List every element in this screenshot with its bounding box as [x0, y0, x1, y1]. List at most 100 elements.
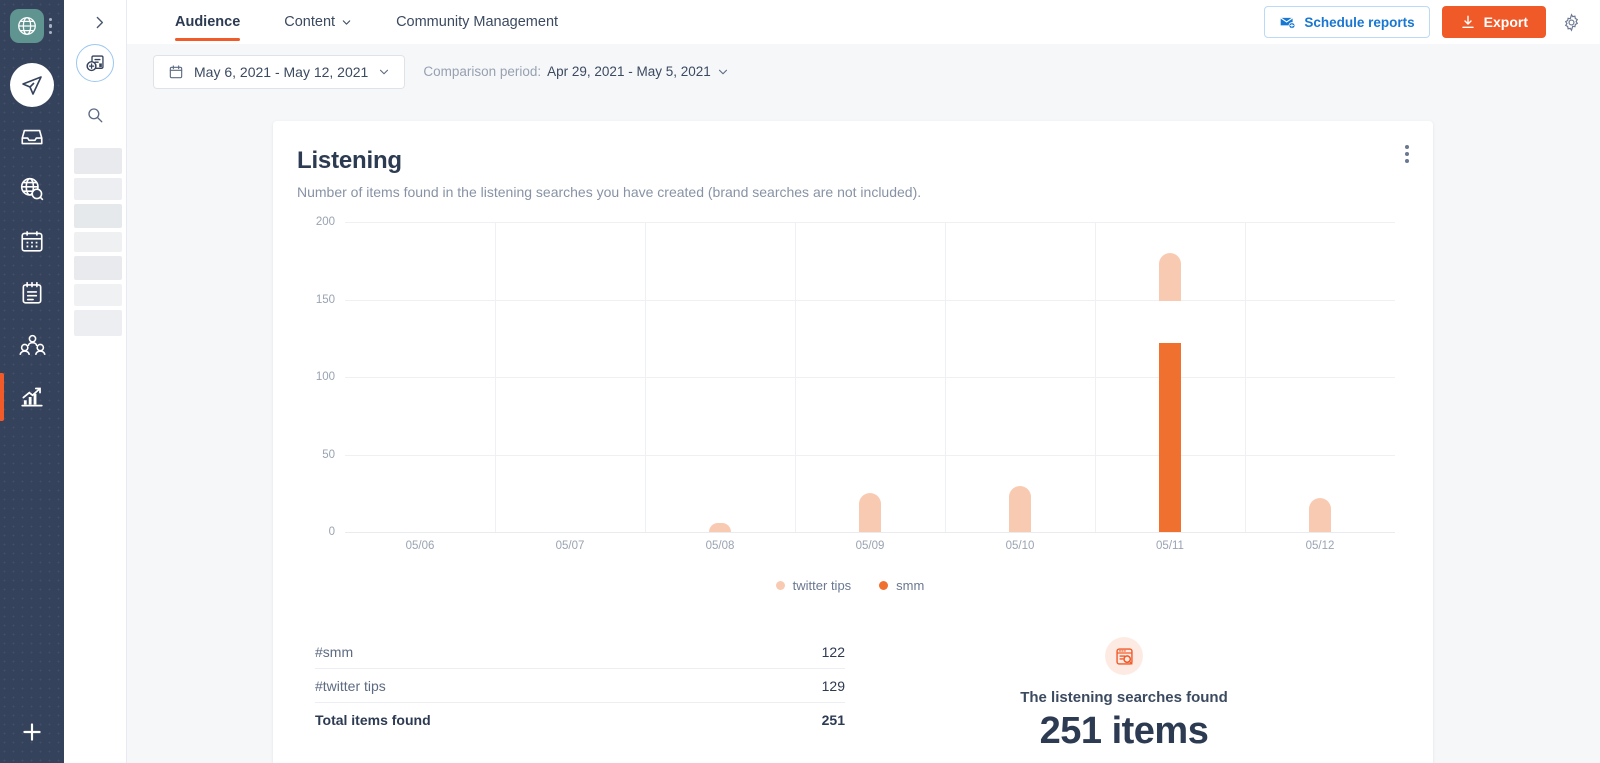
bar-segment: [1309, 497, 1331, 532]
tab-content-label: Content: [284, 14, 336, 30]
summary-value: 251 items: [1039, 710, 1209, 752]
add-report-button[interactable]: [76, 44, 114, 82]
skeleton-row: [74, 178, 122, 200]
table-row-value: 129: [821, 677, 845, 694]
rail-icon-list: [0, 59, 64, 423]
chart-gridline: [345, 454, 1395, 456]
sidebar-item-listening[interactable]: [0, 163, 64, 215]
skeleton-row: [74, 148, 122, 174]
paper-plane-icon: [10, 63, 54, 107]
legend-item[interactable]: twitter tips: [775, 578, 851, 593]
comparison-period-selector[interactable]: Comparison period: Apr 29, 2021 - May 5,…: [423, 64, 728, 79]
chart-plot-area: 0 50 100 150 200 05/06 05/07 05/08 05/09 05/10 05/…: [316, 216, 1395, 552]
section-tabs: Audience Content Community Management: [153, 0, 580, 44]
main-column: Audience Content Community Management Sc…: [96, 0, 1600, 763]
tab-content[interactable]: Content: [262, 0, 374, 44]
chevron-down-icon: [718, 69, 727, 74]
bar-column[interactable]: [709, 522, 731, 532]
tab-audience[interactable]: Audience: [153, 0, 262, 44]
chevron-down-icon: [342, 19, 351, 25]
sidebar-item-inbox[interactable]: [0, 111, 64, 163]
legend-color-dot: [879, 581, 889, 590]
x-axis-tick: 05/09: [855, 540, 885, 552]
export-button[interactable]: Export: [1441, 6, 1546, 38]
sidebar-item-publish[interactable]: [0, 59, 64, 111]
bar-segment: [1009, 485, 1031, 532]
rail-logo-row: [9, 9, 55, 43]
chart-gridline: [345, 299, 1395, 301]
table-total-label: Total items found: [315, 712, 431, 728]
analytics-app: Audience Content Community Management Sc…: [0, 0, 1600, 763]
bar-column[interactable]: [859, 493, 881, 532]
table-total-value: 251: [821, 712, 845, 728]
left-nav-rail: [0, 0, 64, 763]
listening-card: Listening Number of items found in the l…: [273, 121, 1433, 763]
rail-kebab-icon[interactable]: [47, 16, 55, 37]
bar-column[interactable]: [1309, 497, 1331, 532]
chart-vertical-gridline: [1095, 222, 1096, 532]
search-button[interactable]: [78, 100, 112, 130]
table-total-row: Total items found 251: [315, 703, 845, 737]
listening-search-icon: [1105, 637, 1143, 675]
legend-label: smm: [896, 578, 925, 593]
summary-label: The listening searches found: [1020, 689, 1228, 706]
bar-column[interactable]: [1159, 252, 1181, 532]
chart-vertical-gridline: [1245, 222, 1246, 532]
skeleton-row: [74, 310, 122, 336]
plus-icon: [23, 723, 41, 741]
sidebar-item-analytics[interactable]: [0, 371, 64, 423]
more-options-icon[interactable]: [1405, 145, 1409, 163]
chart-gridline: [345, 222, 1395, 223]
calendar-icon: [168, 64, 184, 80]
legend-item[interactable]: smm: [879, 578, 924, 593]
y-axis-tick: 200: [315, 216, 335, 228]
settings-button[interactable]: [1558, 9, 1584, 35]
chart-vertical-gridline: [945, 222, 946, 532]
calendar-icon: [21, 231, 43, 252]
search-totals-table: #smm 122 #twitter tips 129 Total items found…: [315, 635, 845, 753]
x-axis-tick: 05/08: [705, 540, 735, 552]
bar-segment: [859, 493, 881, 532]
expand-panel-button[interactable]: [83, 6, 115, 38]
sidebar-item-calendar[interactable]: [0, 215, 64, 267]
summary-panel: The listening searches found 251 items: [845, 635, 1403, 753]
skeleton-row: [74, 256, 122, 280]
x-axis-tick: 05/10: [1005, 540, 1035, 552]
bar-segment: [1159, 342, 1181, 532]
gear-icon: [1564, 12, 1578, 32]
export-label: Export: [1483, 14, 1528, 30]
top-nav-bar: Audience Content Community Management Sc…: [96, 0, 1600, 44]
chart-vertical-gridline: [795, 222, 796, 532]
tab-community-management-label: Community Management: [396, 14, 559, 30]
chart-gridline: [345, 532, 1395, 533]
filter-bar: May 6, 2021 - May 12, 2021 Comparison pe…: [127, 44, 1600, 99]
bar-column[interactable]: [1009, 485, 1031, 532]
skeleton-row: [74, 204, 122, 228]
table-row: #twitter tips 129: [315, 669, 845, 703]
sidebar-item-community[interactable]: [0, 319, 64, 371]
sidebar-item-planner[interactable]: [0, 267, 64, 319]
mail-schedule-icon: [1280, 16, 1296, 29]
card-subtitle: Number of items found in the listening s…: [297, 184, 922, 200]
chart-gridline: [345, 377, 1395, 378]
bar-segment: [709, 522, 731, 532]
add-button[interactable]: [0, 719, 64, 745]
table-row: #smm 122: [315, 635, 845, 669]
y-axis-tick: 100: [315, 371, 335, 383]
globe-logo-icon[interactable]: [9, 9, 44, 43]
search-icon: [88, 108, 103, 123]
globe-search-icon: [20, 177, 44, 201]
y-axis-tick: 50: [322, 448, 335, 461]
table-row-label: #twitter tips: [315, 677, 386, 694]
top-bar-actions: Schedule reports Export: [1264, 6, 1584, 38]
content-scroll-area: Listening Number of items found in the l…: [127, 99, 1600, 763]
chevron-down-icon: [380, 69, 389, 74]
legend-color-dot: [775, 581, 785, 590]
page-title: Listening: [297, 147, 402, 174]
reports-subpanel: [64, 0, 127, 763]
tab-community-management[interactable]: Community Management: [374, 0, 580, 44]
x-axis-tick: 05/11: [1156, 540, 1184, 552]
date-range-picker[interactable]: May 6, 2021 - May 12, 2021: [153, 54, 406, 89]
schedule-reports-button[interactable]: Schedule reports: [1264, 6, 1430, 38]
table-row-value: 122: [821, 643, 845, 660]
